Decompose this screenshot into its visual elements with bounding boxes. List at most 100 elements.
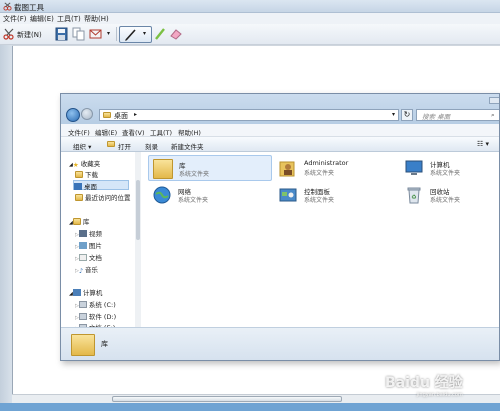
command-bar: 组织 ▾ 打开 刻录 新建文件夹 ☷ ▾ bbox=[61, 137, 499, 152]
explorer-menu-help[interactable]: 帮助(H) bbox=[178, 127, 201, 137]
item-type: 系统文件夹 bbox=[178, 197, 209, 204]
computer-icon bbox=[72, 289, 81, 296]
item-recycle-bin[interactable]: ♻ 回收站 系统文件夹 bbox=[400, 182, 499, 208]
send-dropdown-icon[interactable]: ▾ bbox=[107, 30, 113, 44]
breadcrumb-arrow-icon[interactable]: ▸ bbox=[134, 111, 137, 118]
pen-icon bbox=[125, 29, 136, 41]
item-control-panel[interactable]: 控制面板 系统文件夹 bbox=[274, 182, 398, 208]
nav-downloads-label: 下载 bbox=[85, 171, 98, 179]
user-folder-icon bbox=[279, 161, 295, 177]
organize-button[interactable]: 组织 ▾ bbox=[73, 141, 91, 151]
pen-button[interactable]: ▾ bbox=[119, 26, 152, 43]
desktop-folder-icon bbox=[103, 112, 111, 118]
drive-c-icon bbox=[78, 301, 87, 308]
save-icon[interactable] bbox=[55, 27, 68, 41]
nav-libraries[interactable]: ◢ 库 bbox=[69, 216, 89, 226]
explorer-menu-file[interactable]: 文件(F) bbox=[68, 127, 90, 137]
menu-file[interactable]: 文件(F) bbox=[3, 14, 27, 24]
snip-menu-bar: 文件(F) 编辑(E) 工具(T) 帮助(H) bbox=[0, 13, 500, 24]
nav-recent-label: 最近访问的位置 bbox=[85, 194, 131, 202]
desktop-icon bbox=[74, 183, 82, 190]
documents-icon bbox=[78, 254, 87, 261]
nav-computer-label: 计算机 bbox=[82, 289, 103, 297]
explorer-menu-tools[interactable]: 工具(T) bbox=[150, 127, 172, 137]
search-icon: ⌕ bbox=[491, 111, 495, 119]
nav-drive-c-label: 系统 (C:) bbox=[88, 301, 116, 309]
nav-documents-label: 文档 bbox=[88, 254, 102, 262]
item-network[interactable]: 网络 系统文件夹 bbox=[148, 182, 272, 208]
nav-desktop[interactable]: 桌面 bbox=[73, 180, 129, 191]
nav-computer[interactable]: ◢ 计算机 bbox=[69, 287, 102, 297]
watermark-logo: Baidu 经验 jingyan.baidu.com bbox=[385, 372, 463, 398]
watermark-brand: Baidu 经验 bbox=[385, 375, 463, 391]
explorer-menu-edit[interactable]: 编辑(E) bbox=[95, 127, 117, 137]
menu-help[interactable]: 帮助(H) bbox=[84, 14, 109, 24]
toolbar-separator bbox=[116, 27, 117, 41]
new-snip-button[interactable]: 新建(N) bbox=[3, 27, 45, 41]
recycle-bin-icon: ♻ bbox=[407, 187, 421, 204]
snip-toolbar: 新建(N) ▾ ▾ bbox=[0, 24, 500, 45]
navigation-pane: ◢★ 收藏夹 下载 桌面 最近访问的位置 ◢ 库 ▷ 视频 ▷ 图片 ▷ 文档 ▷♪ 音乐 … bbox=[61, 152, 141, 332]
svg-text:♻: ♻ bbox=[411, 194, 416, 201]
nav-favorites-label: 收藏夹 bbox=[80, 160, 101, 168]
send-email-icon[interactable] bbox=[89, 27, 105, 41]
menu-tools[interactable]: 工具(T) bbox=[57, 14, 81, 24]
nav-pane-scrollbar[interactable] bbox=[135, 152, 141, 327]
item-computer[interactable]: 计算机 系统文件夹 bbox=[400, 155, 499, 181]
explorer-title-bar: 桌面 ▸ ▾ ↻ 搜索 桌面 ⌕ bbox=[61, 94, 499, 124]
open-folder-icon bbox=[107, 141, 115, 147]
forward-button[interactable] bbox=[81, 108, 93, 120]
address-text: 桌面 bbox=[114, 112, 128, 120]
item-type: 系统文件夹 bbox=[304, 197, 335, 204]
nav-favorites[interactable]: ◢★ 收藏夹 bbox=[69, 158, 101, 169]
explorer-menu-view[interactable]: 查看(V) bbox=[122, 127, 145, 137]
nav-drive-d[interactable]: ▷ 软件 (D:) bbox=[75, 311, 116, 321]
burn-button[interactable]: 刻录 bbox=[145, 141, 158, 151]
window-title: 截图工具 bbox=[14, 3, 44, 12]
nav-music-label: 音乐 bbox=[85, 266, 99, 274]
watermark-url: jingyan.baidu.com bbox=[416, 392, 463, 398]
pen-dropdown-icon: ▾ bbox=[143, 30, 147, 37]
snipping-tool-icon bbox=[3, 2, 12, 11]
pictures-icon bbox=[78, 242, 87, 249]
address-dropdown-icon[interactable]: ▾ bbox=[392, 111, 395, 118]
nav-recent[interactable]: 最近访问的位置 bbox=[75, 192, 131, 202]
explorer-menu-bar: 文件(F) 编辑(E) 查看(V) 工具(T) 帮助(H) bbox=[61, 124, 499, 137]
nav-documents[interactable]: ▷ 文档 bbox=[75, 252, 102, 262]
nav-drive-c[interactable]: ▷ 系统 (C:) bbox=[75, 299, 116, 309]
item-libraries[interactable]: 库 系统文件夹 bbox=[148, 155, 272, 181]
nav-scrollbar-thumb[interactable] bbox=[136, 180, 140, 240]
eraser-icon[interactable] bbox=[170, 27, 182, 41]
highlighter-icon[interactable] bbox=[154, 27, 166, 41]
nav-drive-d-label: 软件 (D:) bbox=[88, 313, 117, 321]
address-bar[interactable]: 桌面 ▸ ▾ bbox=[99, 109, 399, 121]
new-snip-label: 新建(N) bbox=[17, 31, 42, 39]
libraries-details-icon bbox=[71, 334, 95, 356]
scrollbar-thumb[interactable] bbox=[112, 396, 342, 402]
nav-videos[interactable]: ▷ 视频 bbox=[75, 228, 102, 238]
captured-explorer-window: 桌面 ▸ ▾ ↻ 搜索 桌面 ⌕ 文件(F) 编辑(E) 查看(V) 工具(T)… bbox=[60, 93, 500, 361]
recent-places-icon bbox=[75, 194, 83, 201]
minimize-button[interactable] bbox=[489, 97, 499, 104]
nav-music[interactable]: ▷♪ 音乐 bbox=[75, 264, 99, 275]
refresh-icon[interactable]: ↻ bbox=[401, 109, 413, 121]
search-input[interactable]: 搜索 桌面 ⌕ bbox=[416, 109, 499, 121]
menu-edit[interactable]: 编辑(E) bbox=[30, 14, 54, 24]
item-type: 系统文件夹 bbox=[179, 171, 210, 178]
file-list: 库 系统文件夹 Administrator 系统文件夹 计算机 系统文件夹 网络… bbox=[143, 152, 499, 327]
view-options-icon[interactable]: ☷ ▾ bbox=[477, 140, 489, 148]
snip-title-bar: 截图工具 bbox=[0, 0, 500, 13]
back-button[interactable] bbox=[66, 108, 80, 122]
open-button[interactable]: 打开 bbox=[118, 141, 131, 151]
nav-pictures[interactable]: ▷ 图片 bbox=[75, 240, 102, 250]
star-icon: ★ bbox=[72, 161, 79, 169]
snip-window-frame bbox=[0, 45, 12, 411]
item-administrator[interactable]: Administrator 系统文件夹 bbox=[274, 155, 398, 181]
nav-videos-label: 视频 bbox=[88, 230, 102, 238]
nav-desktop-label: 桌面 bbox=[84, 183, 97, 191]
nav-downloads[interactable]: 下载 bbox=[75, 169, 98, 179]
copy-icon[interactable] bbox=[72, 27, 85, 41]
new-folder-button[interactable]: 新建文件夹 bbox=[171, 141, 204, 151]
network-globe-icon bbox=[153, 186, 171, 204]
nav-pictures-label: 图片 bbox=[88, 242, 102, 250]
